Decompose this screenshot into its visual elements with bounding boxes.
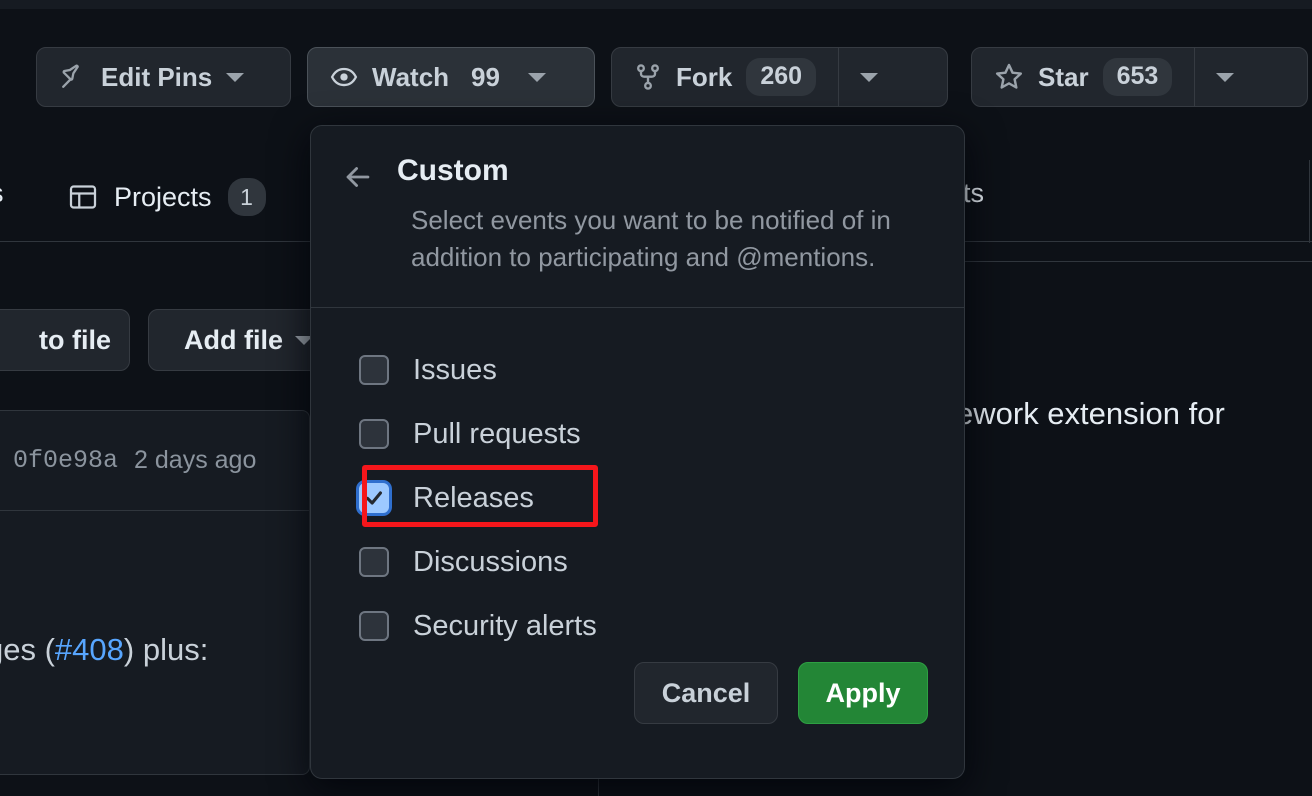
watch-count: 99 [471, 62, 500, 93]
fork-dropdown-toggle[interactable] [839, 48, 899, 106]
readme-panel: ework extension for [930, 243, 1312, 776]
dropdown-header: Custom Select events you want to be noti… [311, 126, 964, 308]
tab-projects-badge: 1 [228, 178, 266, 216]
fork-count: 260 [746, 58, 816, 95]
option-security-alerts-label: Security alerts [413, 610, 597, 643]
star-button[interactable]: Star 653 [971, 47, 1308, 107]
chevron-down-icon[interactable] [528, 73, 546, 82]
table-icon [68, 182, 98, 212]
pin-icon [59, 63, 87, 91]
cancel-button-label: Cancel [662, 678, 751, 709]
go-to-file-label: to file [39, 325, 111, 356]
tab-truncated-left-label: s [0, 178, 4, 209]
checkbox-security-alerts[interactable] [359, 611, 389, 641]
option-pull-requests-label: Pull requests [413, 418, 581, 451]
checkbox-pull-requests[interactable] [359, 419, 389, 449]
readme-text-right: ework extension for [956, 396, 1225, 432]
dropdown-footer: Cancel Apply [634, 662, 928, 724]
fork-button[interactable]: Fork 260 [611, 47, 948, 107]
checkbox-releases[interactable] [359, 483, 389, 513]
commit-relative-time: 2 days ago [134, 446, 256, 475]
fork-button-inner[interactable]: Fork 260 [612, 48, 838, 106]
apply-button[interactable]: Apply [798, 662, 928, 724]
star-dropdown-toggle[interactable] [1195, 48, 1255, 106]
readme-left-suffix: ) plus: [124, 632, 208, 667]
fork-icon [634, 63, 662, 91]
option-releases[interactable]: Releases [311, 466, 964, 530]
star-button-inner[interactable]: Star 653 [972, 48, 1194, 106]
dropdown-title-row: Custom [341, 154, 934, 194]
option-releases-label: Releases [413, 482, 534, 515]
nav-right-divider [1309, 160, 1310, 250]
star-icon [994, 62, 1024, 92]
watch-button-inner[interactable]: Watch 99 [308, 48, 568, 106]
readme-left-prefix: ges ( [0, 632, 55, 667]
footer-divider [598, 776, 599, 796]
option-pull-requests[interactable]: Pull requests [311, 402, 964, 466]
chevron-down-icon [860, 73, 878, 82]
edit-pins-label: Edit Pins [101, 62, 212, 93]
star-count: 653 [1103, 58, 1173, 95]
back-arrow-icon[interactable] [341, 160, 375, 194]
option-issues-label: Issues [413, 354, 497, 387]
dropdown-title: Custom [397, 154, 509, 187]
screen-root: Edit Pins Watch 99 [0, 0, 1312, 796]
dropdown-description: Select events you want to be notified of… [411, 202, 951, 276]
commit-hash[interactable]: 0f0e98a [13, 446, 118, 475]
edit-pins-button[interactable]: Edit Pins [36, 47, 291, 107]
tab-truncated-right-label: ts [963, 178, 984, 209]
tab-truncated-right[interactable]: ts [963, 178, 984, 209]
pull-request-link[interactable]: #408 [55, 632, 124, 667]
file-list-box: 0f0e98a 2 days ago [0, 410, 310, 775]
option-security-alerts[interactable]: Security alerts [311, 594, 964, 658]
eye-icon [330, 63, 358, 91]
tab-projects-label: Projects [114, 182, 212, 213]
edit-pins-button-inner[interactable]: Edit Pins [37, 48, 266, 106]
cancel-button[interactable]: Cancel [634, 662, 778, 724]
sidebar-item-truncated-left[interactable]: s [0, 178, 4, 209]
notification-options-list: Issues Pull requests Releases Discussion… [311, 308, 964, 658]
star-label: Star [1038, 62, 1089, 93]
chevron-down-icon [226, 73, 244, 82]
option-issues[interactable]: Issues [311, 338, 964, 402]
readme-panel-inner [949, 261, 1312, 776]
readme-text-left: ges (#408) plus: [0, 632, 208, 668]
add-file-label: Add file [184, 325, 283, 356]
checkbox-issues[interactable] [359, 355, 389, 385]
option-discussions-label: Discussions [413, 546, 568, 579]
apply-button-label: Apply [825, 678, 900, 709]
go-to-file-button[interactable]: to file [0, 309, 130, 371]
option-discussions[interactable]: Discussions [311, 530, 964, 594]
watch-button[interactable]: Watch 99 [307, 47, 595, 107]
tab-projects[interactable]: Projects 1 [68, 178, 266, 216]
chevron-down-icon [1216, 73, 1234, 82]
watch-custom-dropdown[interactable]: Custom Select events you want to be noti… [310, 125, 965, 779]
watch-label: Watch [372, 62, 449, 93]
latest-commit-row[interactable]: 0f0e98a 2 days ago [0, 411, 309, 511]
fork-label: Fork [676, 62, 732, 93]
checkbox-discussions[interactable] [359, 547, 389, 577]
